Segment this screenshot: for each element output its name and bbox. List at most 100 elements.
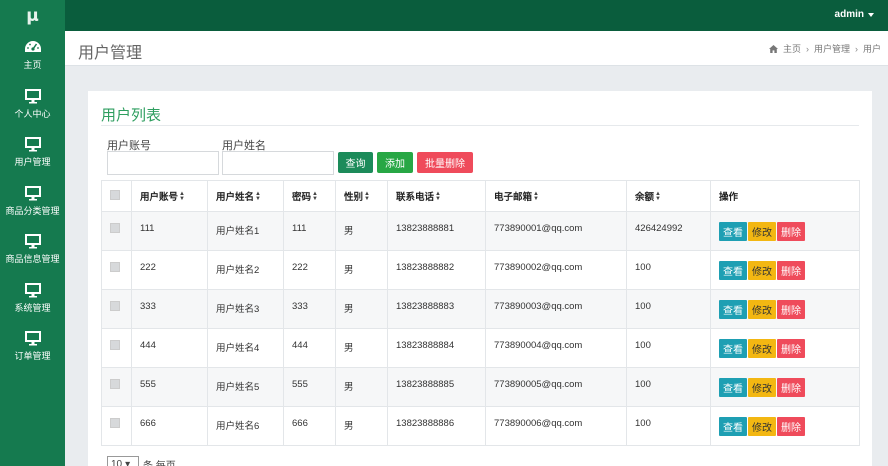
cell-actions: 查看 修改 删除 <box>710 406 860 446</box>
cell-name: 用户姓名5 <box>207 367 284 407</box>
sidebar-item-orders[interactable]: 订单管理 <box>0 322 65 371</box>
sidebar-item-profile[interactable]: 个人中心 <box>0 80 65 129</box>
cell-phone: 13823888882 <box>387 250 486 290</box>
row-checkbox[interactable] <box>110 262 120 272</box>
app-logo[interactable]: μ <box>0 0 65 31</box>
cell-email: 773890006@qq.com <box>485 406 627 446</box>
delete-button[interactable]: 删除 <box>777 416 805 436</box>
view-button[interactable]: 查看 <box>719 338 747 358</box>
edit-button[interactable]: 修改 <box>748 221 776 241</box>
sort-icon: ▲ ▼ <box>435 191 441 203</box>
cell-balance: 100 <box>626 250 711 290</box>
pager: 10 ▾ 条 每页 <box>107 456 176 466</box>
breadcrumb-users[interactable]: 用户管理 <box>814 42 850 55</box>
table-row: 444 用户姓名4 444 男 13823888884 773890004@qq… <box>101 328 860 368</box>
breadcrumb-home[interactable]: 主页 <box>783 42 801 55</box>
table-row: 222 用户姓名2 222 男 13823888882 773890002@qq… <box>101 250 860 290</box>
query-button[interactable]: 查询 <box>338 152 373 173</box>
row-select-cell <box>101 211 132 251</box>
column-header-gender[interactable]: 性别▲ ▼ <box>335 180 388 212</box>
page-size-suffix: 条 每页 <box>143 460 176 466</box>
select-all-checkbox[interactable] <box>110 189 120 200</box>
breadcrumb-separator-icon: › <box>805 43 809 54</box>
edit-button[interactable]: 修改 <box>748 377 776 397</box>
delete-button[interactable]: 删除 <box>777 260 805 280</box>
delete-button[interactable]: 删除 <box>777 377 805 397</box>
row-checkbox[interactable] <box>110 379 120 389</box>
column-header-actions: 操作 <box>710 180 860 212</box>
sidebar-item-system[interactable]: 系统管理 <box>0 274 65 323</box>
row-checkbox[interactable] <box>110 301 120 311</box>
cell-gender: 男 <box>335 367 388 407</box>
cell-password: 555 <box>283 367 336 407</box>
cell-balance: 100 <box>626 289 711 329</box>
row-checkbox[interactable] <box>110 223 120 233</box>
cell-balance: 100 <box>626 367 711 407</box>
batch-delete-button[interactable]: 批量删除 <box>417 152 473 173</box>
sort-icon: ▲ ▼ <box>364 191 370 203</box>
table-row: 555 用户姓名5 555 男 13823888885 773890005@qq… <box>101 367 860 407</box>
breadcrumb-separator-icon: › <box>854 43 858 54</box>
column-header-name[interactable]: 用户姓名▲ ▼ <box>207 180 284 212</box>
cell-account: 444 <box>131 328 208 368</box>
caret-down-icon <box>868 12 874 17</box>
column-header-balance[interactable]: 余额▲ ▼ <box>626 180 711 212</box>
cell-phone: 13823888885 <box>387 367 486 407</box>
page-header: 用户管理 主页 › 用户管理 › 用户 <box>65 31 888 66</box>
column-label: 电子邮箱 <box>494 192 533 203</box>
edit-button[interactable]: 修改 <box>748 416 776 436</box>
column-header-phone[interactable]: 联系电话▲ ▼ <box>387 180 486 212</box>
account-input[interactable] <box>107 151 219 175</box>
select-all-cell <box>101 180 132 212</box>
cell-gender: 男 <box>335 211 388 251</box>
name-input[interactable] <box>222 151 334 175</box>
delete-button[interactable]: 删除 <box>777 299 805 319</box>
user-table: 用户账号▲ ▼ 用户姓名▲ ▼ 密码▲ ▼ 性别▲ ▼ 联系电话▲ ▼ 电子邮箱▲ ▼ 余额… <box>101 180 860 446</box>
user-menu[interactable]: admin <box>835 9 874 20</box>
monitor-icon <box>24 234 41 249</box>
breadcrumb-current: 用户 <box>862 44 881 54</box>
view-button[interactable]: 查看 <box>719 260 747 280</box>
delete-button[interactable]: 删除 <box>777 338 805 358</box>
row-checkbox[interactable] <box>110 418 120 428</box>
cell-email: 773890004@qq.com <box>485 328 627 368</box>
monitor-icon <box>24 185 41 200</box>
cell-gender: 男 <box>335 289 388 329</box>
edit-button[interactable]: 修改 <box>748 299 776 319</box>
column-header-email[interactable]: 电子邮箱▲ ▼ <box>485 180 627 212</box>
sidebar-item-products[interactable]: 商品信息管理 <box>0 225 65 274</box>
sidebar-item-home[interactable]: 主页 <box>0 31 65 80</box>
sort-icon: ▲ ▼ <box>655 191 661 203</box>
column-label: 密码 <box>292 192 312 203</box>
row-select-cell <box>101 406 132 446</box>
cell-name: 用户姓名4 <box>207 328 284 368</box>
sidebar-item-label: 商品信息管理 <box>5 254 60 264</box>
cell-balance: 100 <box>626 328 711 368</box>
column-header-account[interactable]: 用户账号▲ ▼ <box>131 180 208 212</box>
cell-password: 444 <box>283 328 336 368</box>
page-size-select[interactable]: 10 ▾ <box>107 456 139 466</box>
edit-button[interactable]: 修改 <box>748 338 776 358</box>
delete-button[interactable]: 删除 <box>777 221 805 241</box>
cell-account: 222 <box>131 250 208 290</box>
sidebar-item-users[interactable]: 用户管理 <box>0 128 65 177</box>
view-button[interactable]: 查看 <box>719 377 747 397</box>
add-button[interactable]: 添加 <box>377 152 413 173</box>
cell-gender: 男 <box>335 328 388 368</box>
cell-gender: 男 <box>335 250 388 290</box>
edit-button[interactable]: 修改 <box>748 260 776 280</box>
cell-password: 666 <box>283 406 336 446</box>
sidebar-item-label: 商品分类管理 <box>5 205 60 216</box>
cell-name: 用户姓名3 <box>207 289 284 329</box>
cell-password: 333 <box>283 289 336 329</box>
cell-name: 用户姓名2 <box>207 250 284 290</box>
column-header-password[interactable]: 密码▲ ▼ <box>283 180 336 212</box>
table-row: 111 用户姓名1 111 男 13823888881 773890001@qq… <box>101 211 860 251</box>
card-title: 用户列表 <box>101 107 162 124</box>
view-button[interactable]: 查看 <box>719 416 747 436</box>
cell-account: 555 <box>131 367 208 407</box>
row-checkbox[interactable] <box>110 340 120 350</box>
view-button[interactable]: 查看 <box>719 299 747 319</box>
view-button[interactable]: 查看 <box>719 221 747 241</box>
sidebar-item-categories[interactable]: 商品分类管理 <box>0 177 65 226</box>
